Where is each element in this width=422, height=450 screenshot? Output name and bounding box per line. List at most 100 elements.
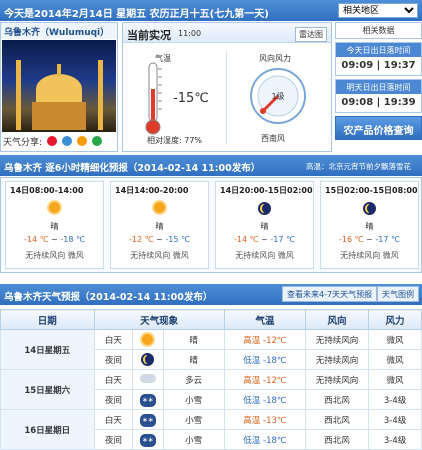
wind-direction: 西南风: [261, 134, 285, 143]
weather-icon-cell: [132, 369, 164, 390]
share-label: 天气分享:: [3, 138, 43, 148]
weather-cell: 晴: [162, 349, 225, 370]
part-cell: 白天: [93, 409, 134, 430]
current-time: 11:00: [178, 29, 202, 38]
sun-icon: [142, 333, 154, 345]
wind: 无持续风向 微风: [25, 251, 84, 260]
renren-icon[interactable]: [76, 136, 87, 146]
side-panel: 相关数据 今天日出日落时间 09:09 | 19:37 明天日出日落时间 09:…: [335, 22, 422, 140]
six-hour-panel: 14日08:00-14:00 晴 -14 ℃ ~ -18 ℃ 无持续风向 微风 …: [0, 177, 422, 273]
moon-icon: [360, 202, 380, 217]
six-hour-card: 14日20:00-15日02:00 晴 -14 ℃ ~ -17 ℃ 无持续风向 …: [215, 181, 314, 269]
six-hour-note[interactable]: 高温：北京元宵节前夕飘落雪花: [306, 161, 411, 172]
weather-icon-cell: [132, 329, 164, 350]
current-title: 当前实况: [127, 29, 171, 42]
snow-icon: ∗∗: [139, 394, 156, 407]
part-cell: 白天: [93, 329, 134, 350]
weather-cell: 小雪: [162, 389, 225, 410]
wind-power-cell: 3-4级: [368, 409, 422, 430]
temp-cell: 高温 -12℃: [223, 329, 307, 350]
table-row: 16日星期日 白天 ∗∗ 小雪 高温 -13℃ 西北风 3-4级: [0, 409, 422, 450]
six-hour-card: 14日14:00-20:00 晴 -12 ℃ ~ -15 ℃ 无持续风向 微风: [110, 181, 209, 269]
weather-icon-cell: ∗∗: [132, 389, 164, 410]
col-wind-dir: 风向: [305, 309, 370, 330]
wind-compass-icon: 1级: [250, 68, 306, 124]
part-cell: 夜间: [93, 429, 134, 450]
qq-icon[interactable]: [61, 136, 72, 146]
weather: 晴: [260, 222, 269, 231]
col-wind-power: 风力: [368, 309, 422, 330]
temps: -16 ℃ ~ -17 ℃: [339, 235, 400, 244]
temps: -14 ℃ ~ -17 ℃: [234, 235, 295, 244]
weather-icon-cell: [132, 349, 164, 370]
temps: -12 ℃ ~ -15 ℃: [129, 235, 190, 244]
sun-icon: [150, 202, 170, 217]
weather: 晴: [365, 222, 374, 231]
cloud-icon: [139, 374, 156, 383]
date-line: 今天是2014年2月14日 星期五 农历正月十五(七九第一天): [4, 9, 269, 20]
thermometer-panel: 气温 -15℃ 相对湿度: 77%: [127, 47, 225, 149]
part-cell: 夜间: [93, 389, 134, 410]
date-cell: 16日星期日: [0, 409, 95, 450]
moon-icon: [141, 353, 155, 366]
temp-cell: 低温 -18℃: [223, 429, 307, 450]
wind-panel: 风向风力 1级 西南风: [229, 47, 327, 149]
current-header: 当前实况 11:00 雷达图: [123, 23, 331, 43]
forecast-bar: 乌鲁木齐天气预报（2014-02-14 11:00发布） 查看未来4-7天天气预…: [0, 284, 422, 305]
wind-power-cell: 微风: [368, 369, 422, 390]
radar-button[interactable]: 雷达图: [295, 27, 327, 42]
weather-cell: 多云: [162, 369, 225, 390]
today-sun-value: 09:09 | 19:37: [336, 57, 421, 75]
price-query-button[interactable]: 农产品价格查询: [335, 116, 422, 140]
tomorrow-sun-label: 明天日出日落时间: [336, 80, 421, 94]
weibo-icon[interactable]: [46, 136, 57, 146]
wind-dir-cell: 无持续风向: [305, 329, 370, 350]
current-conditions: 当前实况 11:00 雷达图 气温 -15℃ 相对湿度: 77% 风向风力 1级…: [122, 22, 332, 152]
wind: 无持续风向 微风: [130, 251, 189, 260]
date-cell: 15日星期六: [0, 369, 95, 410]
table-row: 14日星期五 白天晴高温 -12℃ 无持续风向 微风: [0, 329, 422, 370]
period: 15日02:00-15日08:00: [325, 186, 418, 195]
wind-level: 1级: [271, 91, 284, 101]
legend-button[interactable]: 天气图例: [377, 286, 419, 302]
table-row: 15日星期六 白天 多云 高温 -12℃ 无持续风向 微风: [0, 369, 422, 410]
temp-cell: 高温 -13℃: [223, 409, 307, 430]
period: 14日08:00-14:00: [10, 186, 84, 195]
humidity: 相对湿度: 77%: [147, 136, 203, 145]
wind-dir-cell: 西北风: [305, 429, 370, 450]
forecast-title: 乌鲁木齐天气预报（2014-02-14 11:00发布）: [4, 292, 213, 303]
temp-cell: 低温 -18℃: [223, 389, 307, 410]
temp-cell: 高温 -12℃: [223, 369, 307, 390]
weather-cell: 小雪: [162, 409, 225, 430]
temps: -14 ℃ ~ -18 ℃: [24, 235, 85, 244]
wind-power-cell: 3-4级: [368, 429, 422, 450]
kaixin-icon[interactable]: [91, 136, 102, 146]
wind-dir-cell: 西北风: [305, 409, 370, 430]
top-bar: 今天是2014年2月14日 星期五 农历正月十五(七九第一天) 相关地区: [0, 0, 422, 21]
city-photo: [2, 40, 116, 132]
moon-icon: [255, 202, 275, 217]
six-hour-bar: 乌鲁木齐 逐6小时精细化预报（2014-02-14 11:00发布） 高温：北京…: [0, 155, 422, 176]
wind-dir-cell: 无持续风向: [305, 349, 370, 370]
weather-icon-cell: ∗∗: [132, 409, 164, 430]
wind-dir-cell: 无持续风向: [305, 369, 370, 390]
wind: 无持续风向 微风: [235, 251, 294, 260]
snow-icon: ∗∗: [139, 434, 156, 447]
tomorrow-sun-value: 09:08 | 19:39: [336, 94, 421, 112]
region-select[interactable]: 相关地区: [338, 3, 418, 18]
weather: 晴: [50, 222, 59, 231]
wind-dir-cell: 西北风: [305, 389, 370, 410]
six-hour-card: 15日02:00-15日08:00 晴 -16 ℃ ~ -17 ℃ 无持续风向 …: [320, 181, 419, 269]
wind-label: 风向风力: [259, 54, 291, 63]
period: 14日14:00-20:00: [115, 186, 189, 195]
part-cell: 白天: [93, 369, 134, 390]
city-panel: 乌鲁木齐（Wulumuqi） 天气分享:: [0, 22, 118, 152]
weather-cell: 小雪: [162, 429, 225, 450]
wind-power-cell: 微风: [368, 349, 422, 370]
sun-icon: [45, 202, 65, 217]
date-cell: 14日星期五: [0, 329, 95, 370]
six-hour-card: 14日08:00-14:00 晴 -14 ℃ ~ -18 ℃ 无持续风向 微风: [5, 181, 104, 269]
more-forecast-button[interactable]: 查看未来4-7天天气预报: [282, 286, 378, 302]
city-name: 乌鲁木齐（Wulumuqi）: [1, 23, 117, 39]
weather-cell: 晴: [162, 329, 225, 350]
